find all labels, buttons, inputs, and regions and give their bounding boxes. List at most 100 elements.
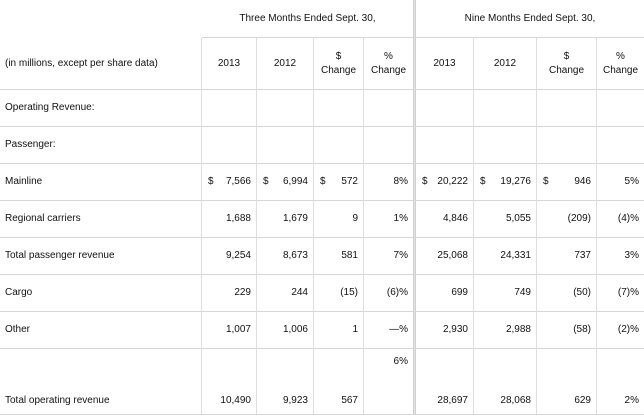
- cell-value: 28,068: [500, 395, 531, 406]
- col-nine-2013: 2013: [416, 38, 474, 89]
- cell-value: 4,846: [442, 213, 468, 224]
- three-months-cell-1: 1,679: [257, 200, 314, 237]
- nine-months-cell-1: [474, 89, 537, 126]
- nine-months-cell-3: (4)%: [597, 200, 644, 237]
- nine-months-cell-1: [474, 126, 537, 163]
- nine-months-cell-2: [537, 126, 597, 163]
- cell-value: 6%: [393, 356, 408, 367]
- nine-months-cell-2: (209): [537, 200, 597, 237]
- cell-value: 9,923: [282, 395, 308, 406]
- nine-months-cell-1: 749: [474, 274, 537, 311]
- cell-value: 7%: [393, 250, 408, 261]
- nine-months-cell-3: 3%: [597, 237, 644, 274]
- table-row: Other 1,007 1,006 1 —% 2,930 2,988 (58) (2)%: [0, 311, 644, 349]
- three-months-cell-2: [314, 126, 364, 163]
- group-nine-label: Nine Months Ended Sept. 30,: [464, 13, 596, 24]
- cell-value: —%: [389, 324, 408, 335]
- cell-value: 2%: [624, 395, 639, 406]
- three-months-cell-0: $7,566: [202, 163, 257, 200]
- cell-value: 1%: [393, 213, 408, 224]
- label-column-header: (in millions, except per share data): [0, 38, 202, 89]
- nine-months-cell-3: 2%: [597, 348, 644, 414]
- cell-value: 567: [341, 395, 358, 406]
- three-months-cell-0: [202, 126, 257, 163]
- nine-months-cell-2: 737: [537, 237, 597, 274]
- cell-value: (209): [567, 213, 591, 224]
- nine-months-cell-2: (50): [537, 274, 597, 311]
- cell-value: 1: [352, 324, 358, 335]
- cell-value: (50): [573, 287, 591, 298]
- percent-symbol: %: [616, 50, 625, 62]
- nine-months-cell-1: 5,055: [474, 200, 537, 237]
- three-months-cell-2: 581: [314, 237, 364, 274]
- three-months-cell-2: (15): [314, 274, 364, 311]
- col-three-pct-change: % Change: [364, 38, 413, 89]
- dollar-symbol: $: [563, 50, 570, 62]
- change-word: Change: [370, 64, 407, 76]
- col-three-dollar-change: $ Change: [314, 38, 364, 89]
- nine-months-cell-2: [537, 89, 597, 126]
- cell-value: 6,994: [282, 176, 308, 187]
- row-label: Cargo: [0, 274, 202, 311]
- cell-value: 8,673: [282, 250, 308, 261]
- col-three-2013: 2013: [202, 38, 257, 89]
- percent-symbol: %: [384, 50, 393, 62]
- table-row: Cargo 229 244 (15) (6)% 699 749 (50) (7)%: [0, 274, 644, 312]
- row-label: Operating Revenue:: [0, 89, 202, 126]
- col-three-2012: 2012: [257, 38, 314, 89]
- currency-symbol: $: [422, 176, 428, 187]
- three-months-cell-2: $572: [314, 163, 364, 200]
- cell-value: 10,490: [220, 395, 251, 406]
- currency-symbol: $: [208, 176, 214, 187]
- three-months-cell-0: 1,007: [202, 311, 257, 348]
- col-nine-dollar-change: $ Change: [537, 38, 597, 89]
- nine-months-cell-3: (2)%: [597, 311, 644, 348]
- col-nine-pct-change: % Change: [597, 38, 644, 89]
- nine-months-cell-2: $946: [537, 163, 597, 200]
- cell-value: 572: [341, 176, 358, 187]
- three-months-cell-2: [314, 89, 364, 126]
- revenue-table: Three Months Ended Sept. 30, Nine Months…: [0, 0, 644, 415]
- three-months-cell-1: 8,673: [257, 237, 314, 274]
- row-label: Mainline: [0, 163, 202, 200]
- three-months-cell-0: 229: [202, 274, 257, 311]
- currency-symbol: $: [263, 176, 269, 187]
- cell-value: 19,276: [500, 176, 531, 187]
- three-months-cell-1: [257, 89, 314, 126]
- three-months-cell-3: 7%: [364, 237, 413, 274]
- cell-value: 20,222: [437, 176, 468, 187]
- three-months-cell-1: $6,994: [257, 163, 314, 200]
- cell-value: 25,068: [437, 250, 468, 261]
- dollar-symbol: $: [335, 50, 342, 62]
- cell-value: (2)%: [617, 324, 639, 335]
- nine-months-cell-0: 2,930: [416, 311, 474, 348]
- cell-value: 3%: [624, 250, 639, 261]
- nine-months-cell-3: 5%: [597, 163, 644, 200]
- three-months-cell-1: 244: [257, 274, 314, 311]
- cell-value: 2,930: [442, 324, 468, 335]
- cell-value: 749: [514, 287, 531, 298]
- three-months-cell-2: 567: [314, 348, 364, 414]
- cell-value: (58): [573, 324, 591, 335]
- cell-value: 5,055: [505, 213, 531, 224]
- cell-value: 1,006: [282, 324, 308, 335]
- cell-value: 229: [234, 287, 251, 298]
- three-months-cell-2: 1: [314, 311, 364, 348]
- change-word: Change: [602, 64, 639, 76]
- cell-value: 7,566: [225, 176, 251, 187]
- cell-value: 737: [574, 250, 591, 261]
- cell-value: 9,254: [225, 250, 251, 261]
- cell-value: 581: [341, 250, 358, 261]
- table-row: Operating Revenue:: [0, 89, 644, 127]
- group-header-nine-months: Nine Months Ended Sept. 30,: [416, 0, 644, 38]
- currency-symbol: $: [480, 176, 486, 187]
- change-word: Change: [320, 64, 357, 76]
- cell-value: 2,988: [505, 324, 531, 335]
- column-header-row: (in millions, except per share data) 201…: [0, 38, 644, 90]
- currency-symbol: $: [320, 176, 326, 187]
- nine-months-cell-0: 28,697: [416, 348, 474, 414]
- nine-months-cell-0: $20,222: [416, 163, 474, 200]
- cell-value: 699: [451, 287, 468, 298]
- table-row: Total operating revenue 10,490 9,923 567 6% 2…: [0, 348, 644, 415]
- three-months-cell-1: [257, 126, 314, 163]
